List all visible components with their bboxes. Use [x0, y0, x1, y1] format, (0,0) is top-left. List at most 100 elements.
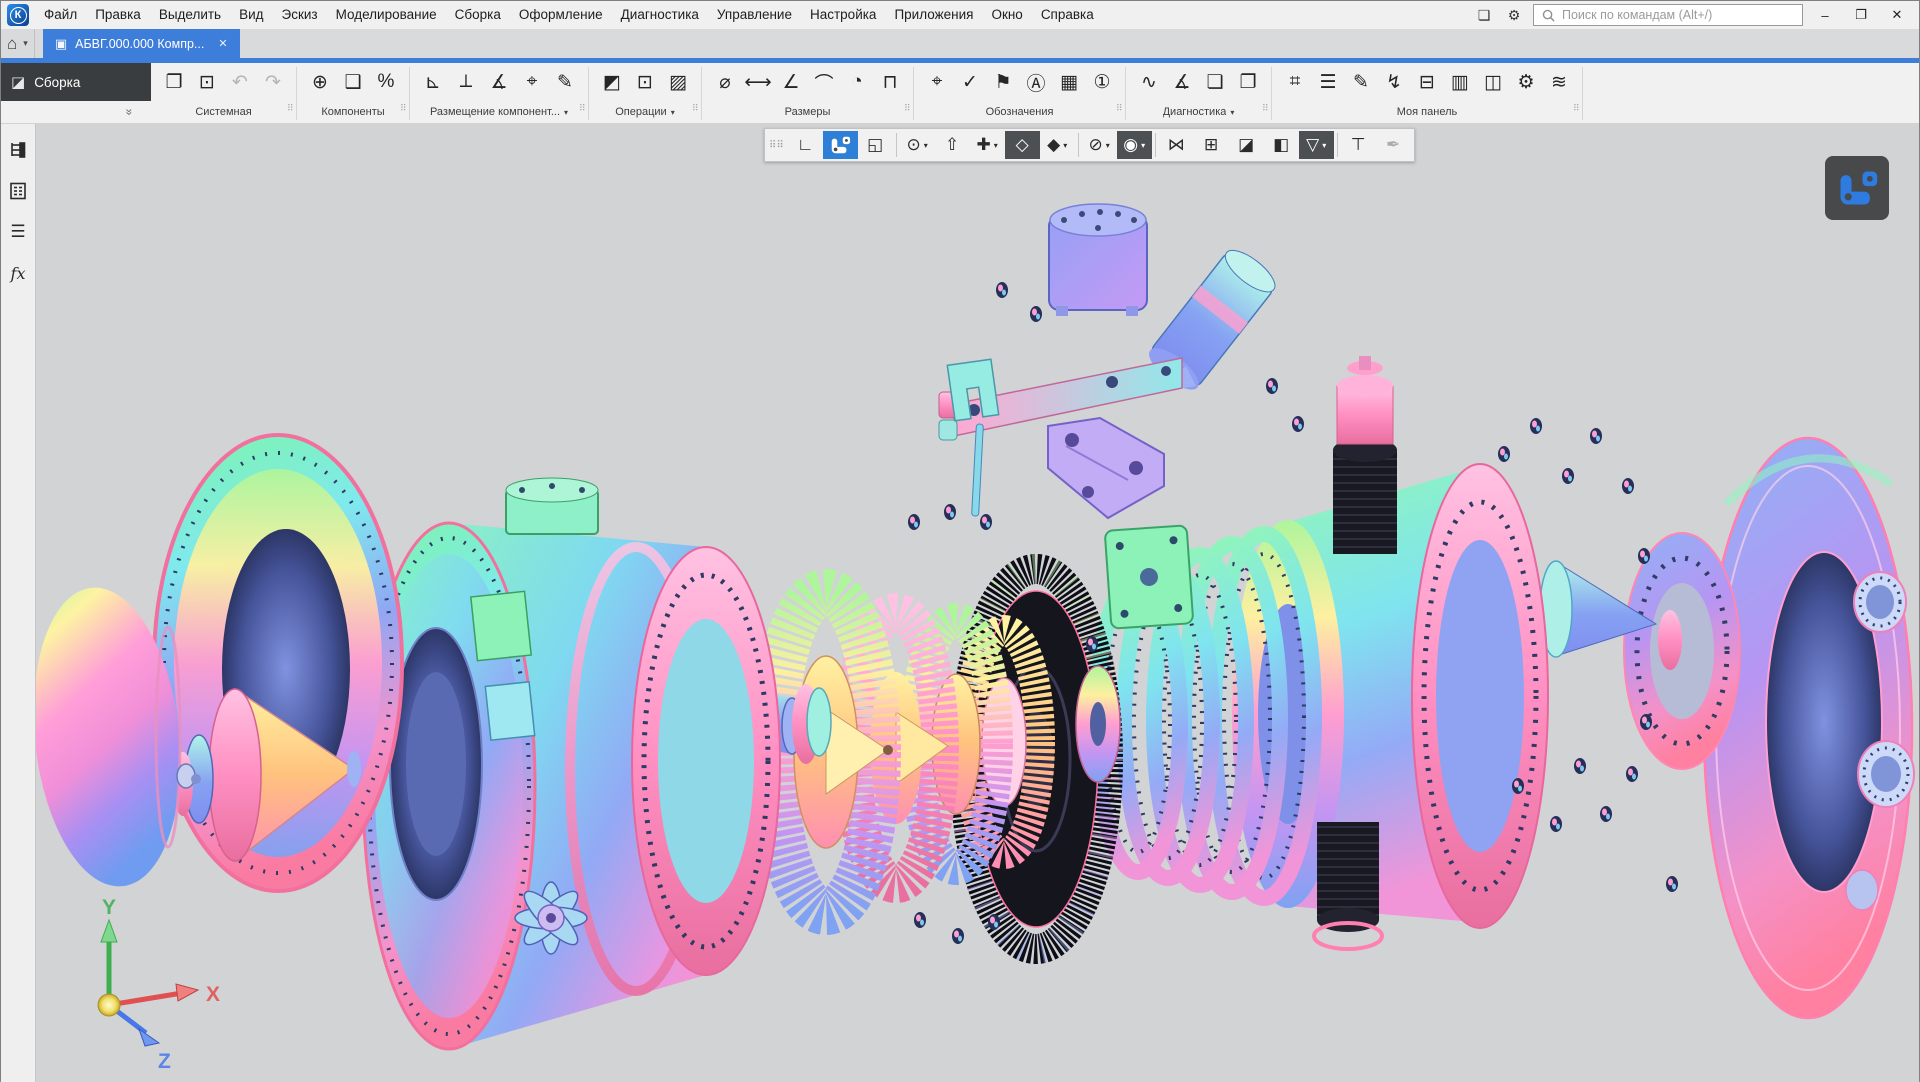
create-component-icon[interactable]: ❑ — [337, 66, 369, 98]
3d-model-canvas[interactable]: Y X Z — [36, 124, 1919, 1081]
document-tab[interactable]: ▣ АБВГ.000.000 Компр... ✕ — [43, 29, 240, 58]
part-intake-ring[interactable] — [154, 435, 402, 891]
origin-axes-button[interactable]: ∟ — [788, 131, 823, 159]
projection-icon[interactable]: ◫ — [1477, 66, 1509, 98]
part-front-case[interactable] — [363, 478, 780, 1049]
group-grip-handle[interactable]: ⠿ — [287, 105, 295, 112]
group-grip-handle[interactable]: ⠿ — [904, 105, 912, 112]
part-front-plate[interactable] — [1105, 525, 1194, 628]
grid-icon[interactable]: ⌗ — [1279, 66, 1311, 98]
arc-dimension-icon[interactable]: ⌒ — [808, 66, 840, 98]
dropdown-caret-icon[interactable]: ▾ — [924, 141, 928, 150]
dropdown-caret-icon[interactable]: ▾ — [1322, 141, 1326, 150]
break-view-button[interactable]: ◧ — [1264, 131, 1299, 159]
measure-button[interactable]: ⋈ — [1159, 131, 1194, 159]
ribbon-group[interactable]: ∿∡❏❐Диагностика▾⠿ — [1126, 63, 1271, 123]
add-from-library-icon[interactable]: % — [370, 66, 402, 98]
open-document-icon[interactable]: ❐ — [158, 66, 190, 98]
menu-item-Сборка[interactable]: Сборка — [446, 1, 510, 29]
hole-icon[interactable]: ▨ — [662, 66, 694, 98]
tab-close-icon[interactable]: ✕ — [218, 37, 227, 50]
check-intersections-icon[interactable]: ❐ — [1232, 66, 1264, 98]
menu-item-Справка[interactable]: Справка — [1032, 1, 1103, 29]
ribbon-group[interactable]: ⊕❑% Компоненты ⠿ — [297, 63, 409, 123]
show-objects-button[interactable]: ◉▾ — [1117, 131, 1152, 159]
ribbon-group[interactable]: ⊾⟂∡⌖✎Размещение компонент...▾⠿ — [410, 63, 588, 123]
minimize-button[interactable]: – — [1811, 8, 1839, 23]
mass-properties-icon[interactable]: ❏ — [1199, 66, 1231, 98]
hide-objects-button[interactable]: ⊘▾ — [1082, 131, 1117, 159]
ribbon-group[interactable]: ⌖✓⚑Ⓐ▦①Обозначения⠿ — [914, 63, 1125, 123]
group-label[interactable]: Диагностика — [1163, 106, 1227, 118]
sketch-icon[interactable]: ✎ — [1345, 66, 1377, 98]
group-label[interactable]: Моя панель — [1397, 106, 1457, 118]
toolbar-grip[interactable]: ⠿⠿ — [769, 140, 784, 151]
window-settings-icon[interactable]: ⚙ — [1503, 7, 1525, 24]
diameter-dimension-icon[interactable]: ⌀ — [709, 66, 741, 98]
part-fan-feature[interactable] — [515, 882, 587, 954]
group-grip-handle[interactable]: ⠿ — [692, 105, 700, 112]
dropdown-caret-icon[interactable]: ▾ — [994, 141, 998, 150]
dropdown-caret-icon[interactable]: ▾ — [1141, 141, 1145, 150]
angular-dimension-icon[interactable]: ∠ — [775, 66, 807, 98]
designation-table-icon[interactable]: ▦ — [1053, 66, 1085, 98]
reference-geometry-button[interactable]: ⊤ — [1341, 131, 1376, 159]
group-grip-handle[interactable]: ⠿ — [1116, 105, 1124, 112]
gear-icon[interactable]: ⚙ — [1510, 66, 1542, 98]
part-bottom-cylinder[interactable] — [1314, 822, 1382, 949]
menu-item-Моделирование[interactable]: Моделирование — [327, 1, 446, 29]
cut-extrude-icon[interactable]: ⊡ — [629, 66, 661, 98]
dropdown-caret-icon[interactable]: ▾ — [1063, 141, 1067, 150]
position-number-icon[interactable]: ① — [1086, 66, 1118, 98]
menu-item-Эскиз[interactable]: Эскиз — [273, 1, 327, 29]
orientation-widget-button[interactable] — [1825, 156, 1889, 220]
section-icon[interactable]: ⊟ — [1411, 66, 1443, 98]
linear-dimension-icon[interactable]: ⟷ — [742, 66, 774, 98]
filter-objects-button[interactable]: ▽▾ — [1299, 131, 1334, 159]
rotate-component-icon[interactable]: ⟂ — [450, 66, 482, 98]
menu-item-Файл[interactable]: Файл — [35, 1, 86, 29]
orientation-robot-button[interactable] — [823, 131, 858, 159]
functions-panel-button[interactable]: fx — [6, 261, 30, 285]
tolerance-icon[interactable]: ✓ — [954, 66, 986, 98]
home-tab-icon[interactable]: ⌂ — [7, 34, 17, 54]
group-grip-handle[interactable]: ⠿ — [1262, 105, 1270, 112]
up-orientation-button[interactable]: ⇧ — [935, 131, 970, 159]
part-rear-bearing-ring[interactable] — [1624, 533, 1740, 769]
measure-distance-icon[interactable]: ∿ — [1133, 66, 1165, 98]
menu-item-Правка[interactable]: Правка — [86, 1, 150, 29]
maximize-button[interactable]: ❐ — [1847, 7, 1875, 23]
menu-item-Вид[interactable]: Вид — [230, 1, 272, 29]
wireframe-display-button[interactable]: ◇ — [1005, 131, 1040, 159]
base-designation-icon[interactable]: Ⓐ — [1020, 66, 1052, 98]
orientation-placement-button[interactable]: ◱ — [858, 131, 893, 159]
part-rotor-disc-small[interactable] — [1076, 666, 1120, 782]
part-l-bracket[interactable] — [1048, 418, 1164, 518]
group-caret-icon[interactable]: ▾ — [564, 108, 568, 117]
close-button[interactable]: ✕ — [1883, 7, 1911, 23]
shaded-display-button[interactable]: ◆▾ — [1040, 131, 1075, 159]
group-caret-icon[interactable]: ▾ — [671, 108, 675, 117]
group-label[interactable]: Компоненты — [321, 106, 384, 118]
parameters-button[interactable] — [6, 179, 30, 203]
command-search[interactable]: Поиск по командам (Alt+/) — [1533, 4, 1803, 26]
menu-item-Оформление[interactable]: Оформление — [510, 1, 612, 29]
marker-flag-icon[interactable]: ⚑ — [987, 66, 1019, 98]
surface-icon[interactable]: ≋ — [1543, 66, 1575, 98]
move-view-button[interactable]: ✚▾ — [970, 131, 1005, 159]
extrude-icon[interactable]: ◩ — [596, 66, 628, 98]
menu-item-Окно[interactable]: Окно — [982, 1, 1031, 29]
part-rear-case[interactable] — [1704, 438, 1914, 1018]
ribbon-group[interactable]: ⌀⟷∠⌒◔⊓Размеры⠿ — [702, 63, 913, 123]
home-caret-icon[interactable]: ▾ — [23, 38, 28, 49]
move-component-icon[interactable]: ⊾ — [417, 66, 449, 98]
menu-item-Приложения[interactable]: Приложения — [885, 1, 982, 29]
dropdown-caret-icon[interactable]: ▾ — [1106, 141, 1110, 150]
ribbon-group[interactable]: ◩⊡▨ Операции ▾ ⠿ — [589, 63, 701, 123]
add-component-from-file-icon[interactable]: ⊕ — [304, 66, 336, 98]
group-label[interactable]: Системная — [195, 106, 251, 118]
section-box-button[interactable]: ⊞ — [1194, 131, 1229, 159]
menu-item-Настройка[interactable]: Настройка — [801, 1, 885, 29]
group-label[interactable]: Операции — [615, 106, 666, 118]
group-grip-handle[interactable]: ⠿ — [400, 105, 408, 112]
